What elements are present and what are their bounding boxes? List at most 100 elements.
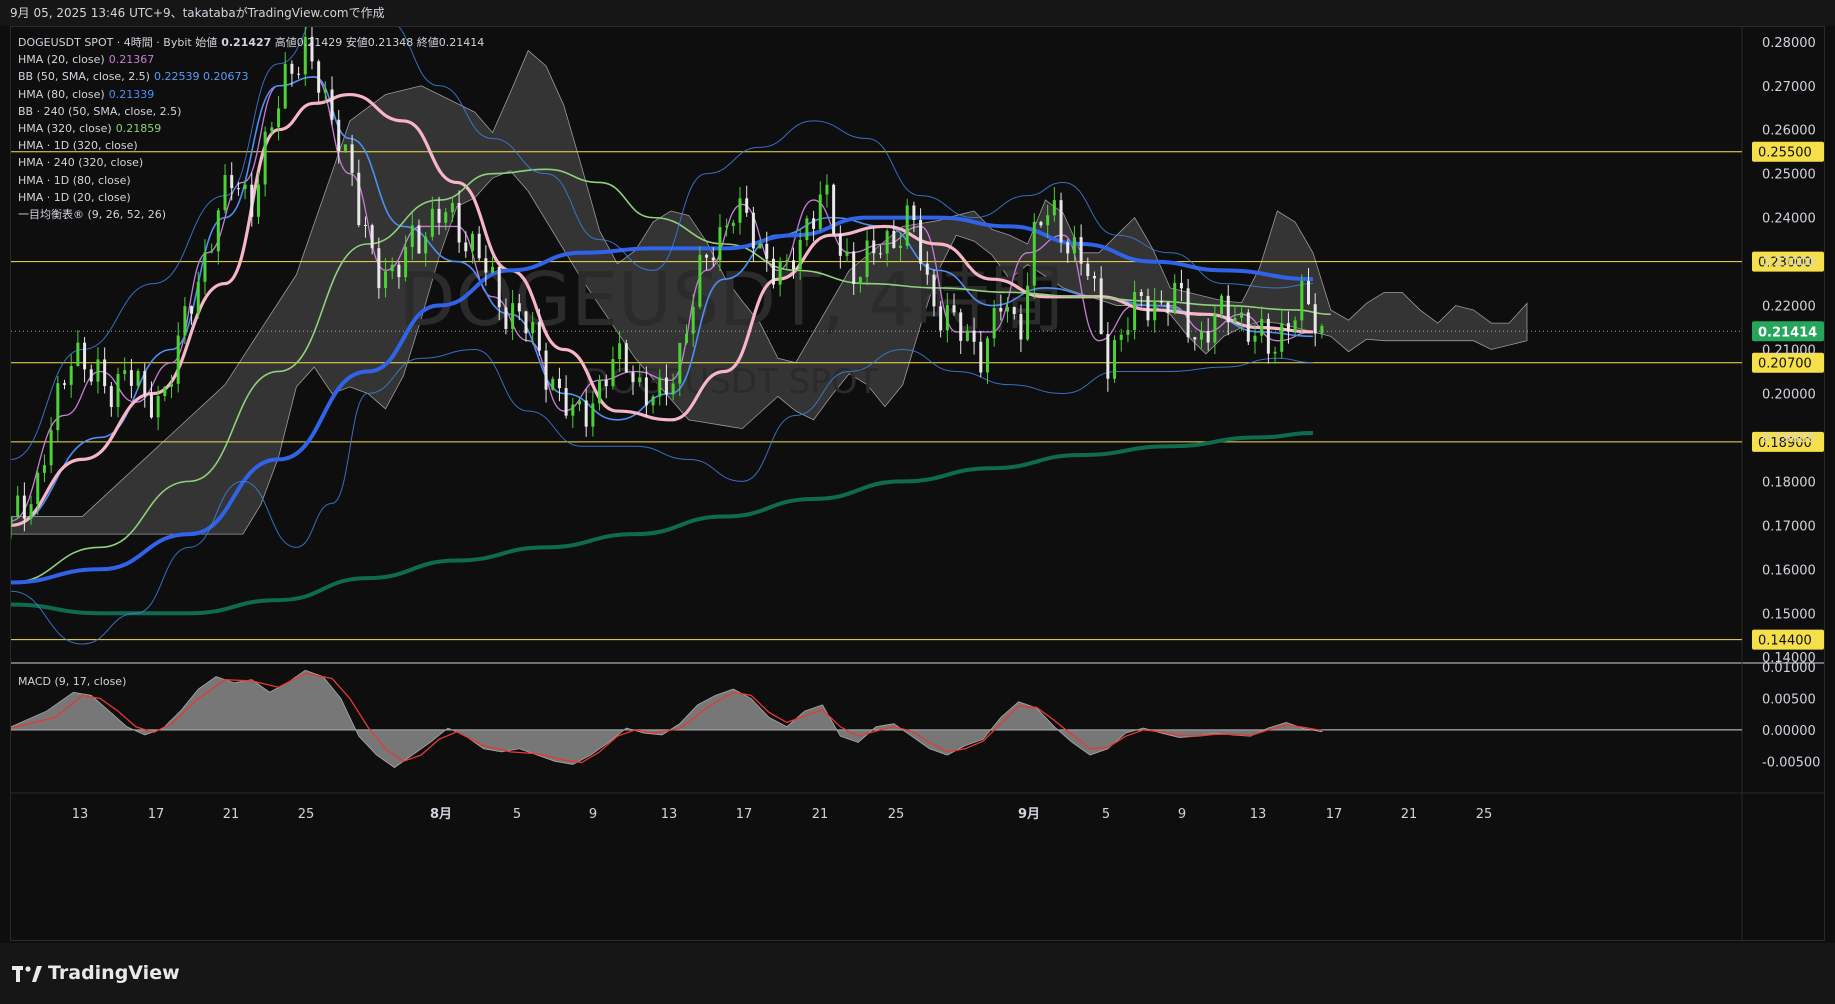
candle-body <box>9 516 13 526</box>
macd-tick-label: 0.01000 <box>1762 661 1816 676</box>
candle-body <box>604 380 608 387</box>
legend-row-4[interactable]: BB · 240 (50, SMA, close, 2.5) <box>18 103 484 120</box>
candle-body <box>1106 334 1110 379</box>
legend-row-3[interactable]: HMA (80, close) 0.21339 <box>18 86 484 103</box>
candle-body <box>872 240 876 254</box>
candle-body <box>83 342 87 370</box>
candle-body <box>531 321 535 334</box>
candle-body <box>812 218 816 229</box>
macd-legend: MACD (9, 17, close) <box>18 675 127 688</box>
legend-text: HMA (20, close) <box>18 53 105 67</box>
legend-row-9[interactable]: HMA · 1D (20, close) <box>18 189 484 206</box>
legend-row-7[interactable]: HMA · 240 (320, close) <box>18 154 484 171</box>
candle-body <box>377 248 381 289</box>
candle-body <box>551 378 555 390</box>
price-tick-label: 0.16000 <box>1762 563 1816 578</box>
candle-body <box>584 400 588 427</box>
candle-body <box>832 184 836 235</box>
candle-body <box>1092 275 1096 279</box>
legend-text: HMA · 240 (320, close) <box>18 156 144 170</box>
candle-body <box>792 260 796 270</box>
candle-body <box>992 307 996 339</box>
candle-body <box>751 212 755 249</box>
candle-body <box>116 374 120 408</box>
candle-body <box>1307 280 1310 305</box>
candle-body <box>1280 323 1284 352</box>
candle-body <box>424 236 428 254</box>
candle-body <box>183 306 187 336</box>
candle-body <box>591 403 595 427</box>
indicator-legend: DOGEUSDT SPOT · 4時間 · Bybit 始値 0.21427 高値… <box>18 34 484 223</box>
legend-row-8[interactable]: HMA · 1D (80, close) <box>18 172 484 189</box>
legend-value: 0.21339 <box>108 87 155 101</box>
candle-body <box>618 343 622 360</box>
legend-row-5[interactable]: HMA (320, close) 0.21859 <box>18 120 484 137</box>
candle-body <box>899 245 903 248</box>
time-tick-label: 17 <box>736 807 753 822</box>
candle-body <box>69 366 73 385</box>
candle-body <box>1012 307 1016 314</box>
candle-body <box>932 274 936 307</box>
candle-body <box>771 258 775 285</box>
legend-row-10[interactable]: 一目均衡表® (9, 26, 52, 26) <box>18 206 484 223</box>
price-tick-label: 0.17000 <box>1762 519 1816 534</box>
candle-body <box>1113 339 1117 379</box>
candle-body <box>491 266 495 273</box>
candle-body <box>390 264 394 272</box>
legend-row-0[interactable]: DOGEUSDT SPOT · 4時間 · Bybit 始値 0.21427 高値… <box>18 34 484 51</box>
time-tick-label: 25 <box>298 807 315 822</box>
candle-body <box>985 338 989 373</box>
price-tick-label: 0.19000 <box>1762 431 1816 446</box>
time-tick-label: 9 <box>589 807 597 822</box>
candle-body <box>136 371 140 386</box>
candle-body <box>945 305 949 331</box>
level-label: 0.14400 <box>1758 634 1812 649</box>
price-tick-label: 0.28000 <box>1762 36 1816 51</box>
legend-row-6[interactable]: HMA · 1D (320, close) <box>18 137 484 154</box>
candle-body <box>698 254 702 307</box>
candle-body <box>1006 307 1010 312</box>
candle-body <box>624 343 628 373</box>
legend-value: 0.21427 <box>221 36 272 49</box>
legend-text: DOGEUSDT SPOT · 4時間 · Bybit 始値 <box>18 36 218 49</box>
macd-pane: 0.01000 0.00500 0.00000 -0.00500 <box>10 661 1820 770</box>
candle-body <box>1199 331 1203 340</box>
legend-text: BB · 240 (50, SMA, close, 2.5) <box>18 104 182 118</box>
chart-header: 9月 05, 2025 13:46 UTC+9、takatabaがTrading… <box>0 0 1835 26</box>
legend-row-1[interactable]: HMA (20, close) 0.21367 <box>18 51 484 68</box>
candle-body <box>564 388 568 416</box>
price-tick-label: 0.25000 <box>1762 168 1816 183</box>
candle-body <box>363 225 367 227</box>
candle-body <box>470 233 474 252</box>
candle-body <box>1079 237 1083 264</box>
level-label: 0.20700 <box>1758 357 1812 372</box>
candle-body <box>63 383 67 385</box>
price-tick-label: 0.27000 <box>1762 80 1816 95</box>
candle-body <box>718 227 722 261</box>
price-tick-label: 0.15000 <box>1762 607 1816 622</box>
candle-body <box>1260 318 1264 336</box>
legend-row-2[interactable]: BB (50, SMA, close, 2.5) 0.22539 0.20673 <box>18 68 484 85</box>
candle-body <box>939 306 943 331</box>
legend-text: HMA · 1D (80, close) <box>18 173 131 187</box>
time-tick-label: 5 <box>1102 807 1110 822</box>
candle-body <box>1032 221 1036 286</box>
price-tick-label: 0.23000 <box>1762 256 1816 271</box>
legend-text: 一目均衡表® (9, 26, 52, 26) <box>18 208 167 222</box>
candle-body <box>29 504 33 519</box>
candle-body <box>577 400 581 405</box>
candle-body <box>537 321 541 351</box>
candle-body <box>384 271 388 289</box>
candle-body <box>464 242 468 252</box>
legend-text: HMA · 1D (320, close) <box>18 139 138 153</box>
candle-body <box>1206 331 1210 343</box>
price-tick-label: 0.18000 <box>1762 475 1816 490</box>
candle-body <box>1119 334 1123 340</box>
candle-body <box>691 306 695 334</box>
candle-body <box>1233 317 1237 323</box>
time-tick-label: 13 <box>661 807 678 822</box>
candle-body <box>544 350 548 390</box>
candle-body <box>1286 323 1290 332</box>
candle-body <box>1313 304 1317 334</box>
candle-body <box>42 465 46 473</box>
